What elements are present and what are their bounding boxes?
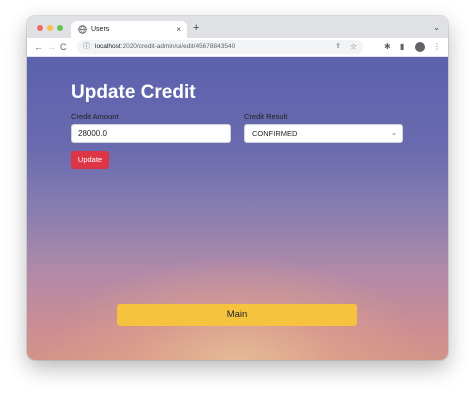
tab-close-icon[interactable]: ×: [176, 24, 181, 35]
new-tab-button[interactable]: +: [193, 21, 199, 35]
credit-result-label: Credit Result: [244, 112, 288, 121]
update-button[interactable]: Update: [71, 151, 109, 169]
credit-result-selected: CONFIRMED: [252, 129, 298, 138]
forward-button[interactable]: →: [47, 41, 56, 53]
credit-amount-input[interactable]: 28000.0: [71, 124, 231, 143]
url-path: :2020/credit-admin/ui/edit/45678843540: [120, 43, 236, 50]
address-bar[interactable]: ⓘ localhost:2020/credit-admin/ui/edit/45…: [77, 40, 363, 54]
site-info-icon[interactable]: ⓘ: [83, 42, 90, 52]
tab-strip: Users × + ⌄: [27, 16, 448, 39]
chevron-down-icon: ⌄: [391, 130, 397, 137]
profile-avatar-icon[interactable]: [415, 42, 425, 52]
page-title: Update Credit: [71, 82, 196, 103]
extensions-icon[interactable]: ✱: [384, 41, 391, 53]
menu-kebab-icon[interactable]: ⋮: [433, 41, 441, 53]
tab-users[interactable]: Users ×: [71, 21, 187, 39]
browser-toolbar: ← → C ⓘ localhost:2020/credit-admin/ui/e…: [27, 38, 448, 57]
browser-window: Users × + ⌄ ← → C ⓘ localhost:2020/credi…: [27, 16, 448, 360]
credit-amount-label: Credit Amount: [71, 112, 119, 121]
bookmark-star-icon[interactable]: ☆: [350, 41, 357, 52]
back-button[interactable]: ←: [34, 41, 43, 53]
url-host: localhost: [95, 43, 121, 50]
reload-button[interactable]: C: [60, 41, 67, 53]
main-button[interactable]: Main: [117, 304, 357, 326]
minimize-window-button[interactable]: [47, 25, 53, 31]
side-panel-icon[interactable]: ▮: [400, 41, 404, 53]
url-text: localhost:2020/credit-admin/ui/edit/4567…: [95, 42, 235, 52]
globe-icon: [78, 25, 87, 34]
tab-title: Users: [91, 26, 110, 33]
tab-search-icon[interactable]: ⌄: [433, 22, 440, 33]
close-window-button[interactable]: [37, 25, 43, 31]
credit-result-select[interactable]: CONFIRMED ⌄: [244, 124, 403, 143]
share-icon[interactable]: ⇪: [335, 42, 341, 52]
page-content: Update Credit Credit Amount 28000.0 Cred…: [27, 57, 448, 360]
maximize-window-button[interactable]: [57, 25, 63, 31]
